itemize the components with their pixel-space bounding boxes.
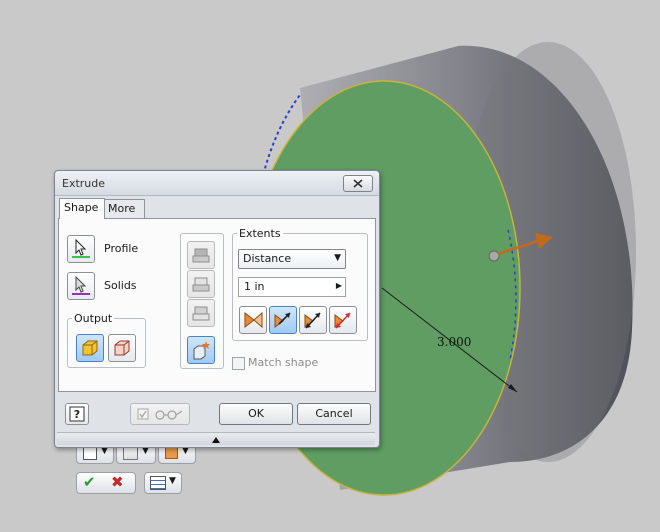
chevron-right-icon[interactable]: ▶ — [336, 281, 342, 290]
profile-label: Profile — [104, 242, 139, 255]
direction-1-button[interactable] — [239, 306, 267, 334]
new-solid-button[interactable] — [187, 336, 215, 364]
svg-text:?: ? — [74, 408, 80, 421]
cut-button[interactable] — [187, 270, 215, 298]
distance-value: 1 in — [244, 280, 265, 293]
apply-icon[interactable]: ✔ — [83, 473, 96, 491]
solids-select-button[interactable] — [67, 272, 95, 300]
cut-icon — [192, 277, 210, 292]
tab-shape[interactable]: Shape — [59, 198, 105, 219]
help-icon: ? — [69, 406, 85, 422]
extents-type-dropdown[interactable]: Distance ▼ — [238, 249, 346, 269]
dialog-titlebar[interactable]: Extrude — [55, 171, 379, 196]
surface-body-icon — [114, 340, 130, 356]
match-shape-checkbox[interactable] — [232, 357, 245, 370]
symmetric-icon — [304, 312, 321, 329]
preview-toggle-button[interactable] — [130, 403, 190, 425]
new-solid-icon — [193, 341, 210, 360]
asymmetric-button[interactable] — [329, 306, 357, 334]
cursor-icon — [72, 275, 90, 295]
cancel-button[interactable]: Cancel — [297, 403, 371, 425]
asymmetric-icon — [334, 312, 351, 329]
ok-button[interactable]: OK — [219, 403, 293, 425]
close-icon — [353, 179, 363, 188]
join-icon — [192, 248, 210, 263]
tab-more[interactable]: More — [103, 199, 145, 218]
profile-select-button[interactable] — [67, 235, 95, 263]
direction-flipped-icon — [274, 312, 291, 328]
output-solid-button[interactable] — [76, 334, 104, 362]
preview-glasses-icon — [137, 408, 183, 420]
direction-2-button[interactable] — [269, 306, 297, 334]
output-group-label: Output — [72, 312, 115, 325]
chevron-down-icon: ▼ — [334, 253, 341, 263]
close-button[interactable] — [343, 175, 373, 192]
extents-type-value: Distance — [243, 252, 292, 265]
extrude-dialog: Extrude Shape More Profile Solids Output… — [54, 170, 380, 448]
mini-toolbar-row2: ✔ ✖ ▼ — [76, 472, 196, 494]
intersect-button[interactable] — [187, 299, 215, 327]
options-menu-icon — [150, 476, 166, 490]
match-shape-label: Match shape — [248, 356, 319, 369]
manipulator-origin[interactable] — [488, 250, 500, 262]
options-menu-button[interactable]: ▼ — [144, 472, 182, 494]
distance-input[interactable]: 1 in ▶ — [238, 277, 346, 297]
collapse-bar[interactable] — [57, 432, 375, 445]
output-surface-button[interactable] — [108, 334, 136, 362]
shape-tab-panel: Profile Solids Output Extents Distance ▼… — [58, 218, 376, 392]
symmetric-button[interactable] — [299, 306, 327, 334]
diameter-dimension[interactable]: 3.000 — [437, 335, 471, 349]
help-button[interactable]: ? — [65, 403, 89, 425]
solids-label: Solids — [104, 279, 137, 292]
apply-cancel-group: ✔ ✖ — [76, 472, 136, 494]
intersect-icon — [192, 306, 210, 321]
cancel-icon[interactable]: ✖ — [111, 473, 124, 491]
extents-group-label: Extents — [237, 227, 283, 240]
direction-default-icon — [244, 311, 263, 329]
join-button[interactable] — [187, 241, 215, 269]
chevron-up-icon — [212, 437, 220, 443]
cursor-icon — [72, 238, 90, 258]
dialog-title: Extrude — [62, 177, 106, 190]
solid-body-icon — [82, 340, 98, 356]
chevron-down-icon: ▼ — [169, 476, 176, 486]
